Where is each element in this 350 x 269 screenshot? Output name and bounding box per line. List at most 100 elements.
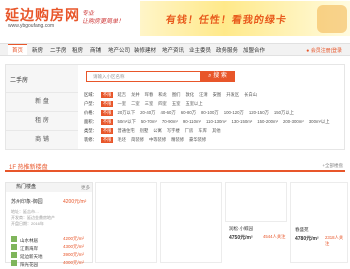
nav-item-developers[interactable]: 地产公司 bbox=[108, 46, 130, 54]
filter-row-size: 面积： 不限 50m²以下 50-70m² 70-90m² 90-110m² 110-130… bbox=[84, 119, 335, 128]
feature-name: 苏州印象-御园 4200元/m² bbox=[11, 198, 89, 207]
nav-item-second-hand[interactable]: 二手房 bbox=[50, 46, 67, 54]
project-card[interactable] bbox=[225, 182, 287, 222]
rank-badge bbox=[11, 252, 17, 258]
filter-tag-unlimited[interactable]: 不限 bbox=[100, 137, 114, 143]
banner-image bbox=[317, 5, 347, 33]
filter-option[interactable]: 安图 bbox=[213, 92, 222, 97]
nav-item-franchise[interactable]: 加盟合作 bbox=[243, 46, 265, 54]
sidebar-item-new[interactable]: 新 盘 bbox=[6, 92, 78, 111]
hot-more-link[interactable]: 更多 bbox=[81, 183, 90, 192]
filter-option[interactable]: 300m²以上 bbox=[309, 119, 330, 124]
slogan: 专业 让购房更简单！ bbox=[82, 10, 142, 26]
nav-item-new-homes[interactable]: 新房 bbox=[32, 46, 43, 54]
filter-option[interactable]: 120-150万 bbox=[249, 110, 269, 115]
filter-option[interactable]: 精装修 bbox=[171, 137, 184, 142]
filter-option[interactable]: 珲春 bbox=[145, 92, 154, 97]
filter-option[interactable]: 五室 bbox=[172, 101, 181, 106]
filter-option[interactable]: 60-80万 bbox=[181, 110, 196, 115]
nav-item-home[interactable]: 首页 bbox=[8, 44, 28, 55]
sidebar-title: 二手房 bbox=[10, 78, 29, 84]
project-card[interactable]: 春盛苑 4780元/m² 2318人关注 bbox=[290, 182, 348, 263]
sidebar-item-shops[interactable]: 商 铺 bbox=[6, 130, 78, 149]
hot-projects-list: 热门楼盘 更多 苏州印象-御园 4200元/m² 地址：延吉市… 开发商：延边金… bbox=[5, 182, 93, 267]
filter-option[interactable]: 50-70m² bbox=[141, 119, 157, 124]
sidebar-item-rental[interactable]: 租 房 bbox=[6, 111, 78, 130]
filter-tag-unlimited[interactable]: 不限 bbox=[100, 92, 114, 98]
filter-option[interactable]: 20-40万 bbox=[140, 110, 155, 115]
all-projects-link[interactable]: +全部楼盘 bbox=[322, 163, 343, 169]
filter-option[interactable]: 别墅 bbox=[140, 128, 149, 133]
filter-row-decoration: 装修： 不限 毛坯 简装修 中等装修 精装修 豪华装修 bbox=[84, 137, 211, 146]
filter-tag-unlimited[interactable]: 不限 bbox=[100, 110, 114, 116]
filter-option[interactable]: 70-90m² bbox=[162, 119, 178, 124]
filter-option[interactable]: 公寓 bbox=[153, 128, 162, 133]
filter-option[interactable]: 三室 bbox=[145, 101, 154, 106]
hot-list-item[interactable]: 阳光花园 4000元/m² bbox=[11, 260, 91, 269]
filter-option[interactable]: 厂房 bbox=[185, 128, 194, 133]
filter-option[interactable]: 汪清 bbox=[199, 92, 208, 97]
filter-option[interactable]: 150万以上 bbox=[274, 110, 294, 115]
nav-item-shops[interactable]: 商铺 bbox=[90, 46, 101, 54]
filter-option[interactable]: 二室 bbox=[131, 101, 140, 106]
filter-option[interactable]: 豪华装修 bbox=[189, 137, 206, 142]
filter-option[interactable]: 130-150m² bbox=[231, 119, 252, 124]
project-attention: 2318人关注 bbox=[325, 235, 344, 246]
filter-key: 价格： bbox=[84, 110, 97, 115]
filter-option[interactable]: 车库 bbox=[198, 128, 207, 133]
filter-option[interactable]: 100-120万 bbox=[224, 110, 244, 115]
filter-option[interactable]: 和龙 bbox=[158, 92, 167, 97]
ad-banner[interactable]: 有钱！任性！看我的绿卡 bbox=[140, 1, 350, 36]
hot-item-name: 山水林居 bbox=[20, 238, 38, 243]
search-button[interactable]: ⌕ 搜 索 bbox=[200, 71, 235, 82]
hot-item-price: 3900元/m² bbox=[63, 252, 85, 257]
rank-badge bbox=[11, 260, 17, 266]
filter-option[interactable]: 写字楼 bbox=[167, 128, 180, 133]
site-logo[interactable]: 延边购房网 bbox=[5, 5, 80, 25]
filter-key: 类型： bbox=[84, 128, 97, 133]
hot-feature[interactable]: 苏州印象-御园 4200元/m² 地址：延吉市… 开发商：延边金鼎房地产 开盘日… bbox=[11, 198, 89, 231]
project-card[interactable] bbox=[160, 182, 222, 263]
filter-option[interactable]: 四室 bbox=[158, 101, 167, 106]
all-projects-label: 全部楼盘 bbox=[325, 163, 343, 168]
filter-option[interactable]: 50m²以下 bbox=[117, 119, 135, 124]
nav-item-owners[interactable]: 业主委员 bbox=[189, 46, 211, 54]
filter-option[interactable]: 龙井 bbox=[131, 92, 140, 97]
hot-item-price: 4300元/m² bbox=[63, 244, 85, 249]
project-card[interactable] bbox=[95, 182, 157, 263]
filter-option[interactable]: 90-110m² bbox=[183, 119, 201, 124]
filter-option[interactable]: 长白山 bbox=[244, 92, 257, 97]
filter-option[interactable]: 80-100万 bbox=[201, 110, 219, 115]
filter-option[interactable]: 图们 bbox=[172, 92, 181, 97]
search-input[interactable]: 请输入小区名称 bbox=[86, 71, 201, 82]
nav-item-rental[interactable]: 租房 bbox=[72, 46, 83, 54]
section-header: 1F 热推新楼盘 +全部楼盘 bbox=[5, 160, 345, 172]
filter-option[interactable]: 150-200m² bbox=[257, 119, 278, 124]
slogan-line1: 专业 bbox=[82, 11, 95, 17]
filter-option[interactable]: 40-60万 bbox=[160, 110, 175, 115]
filter-option[interactable]: 敦化 bbox=[185, 92, 194, 97]
filter-option[interactable]: 毛坯 bbox=[117, 137, 126, 142]
filter-option[interactable]: 五室以上 bbox=[185, 101, 202, 106]
filter-option[interactable]: 110-130m² bbox=[206, 119, 226, 124]
filter-tag-unlimited[interactable]: 不限 bbox=[100, 128, 114, 134]
filter-option[interactable]: 一室 bbox=[117, 101, 126, 106]
filter-option[interactable]: 开发区 bbox=[226, 92, 239, 97]
project-price: 4780元/m² bbox=[295, 236, 319, 242]
project-card[interactable]: 润松·小鲸园 4750元/m² 4544人关注 bbox=[225, 224, 287, 263]
filter-option[interactable]: 延吉 bbox=[117, 92, 126, 97]
section-title: 1F 热推新楼盘 bbox=[9, 165, 48, 171]
filter-tag-unlimited[interactable]: 不限 bbox=[100, 119, 114, 125]
filter-option[interactable]: 中等装修 bbox=[149, 137, 166, 142]
login-register-link[interactable]: ● 会员注册|登录 bbox=[306, 47, 342, 54]
nav-item-government[interactable]: 政务服务 bbox=[216, 46, 238, 54]
filter-option[interactable]: 普通住宅 bbox=[117, 128, 134, 133]
nav-item-news[interactable]: 地产资讯 bbox=[162, 46, 184, 54]
nav-item-decoration[interactable]: 装修建材 bbox=[134, 46, 156, 54]
filter-option[interactable]: 其他 bbox=[212, 128, 221, 133]
filter-option[interactable]: 简装修 bbox=[131, 137, 144, 142]
filter-key: 区域： bbox=[84, 92, 97, 97]
filter-option[interactable]: 20万以下 bbox=[117, 110, 135, 115]
filter-option[interactable]: 200-300m² bbox=[283, 119, 304, 124]
filter-tag-unlimited[interactable]: 不限 bbox=[100, 101, 114, 107]
